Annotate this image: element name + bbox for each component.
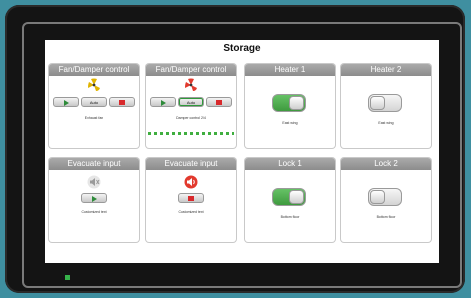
panel-fan-damper-2: Fan/Damper control Auto Damper control 2… [146, 64, 236, 148]
toggle-knob [370, 96, 385, 110]
fan-icon [184, 78, 198, 92]
auto-button[interactable]: Auto [178, 97, 204, 107]
stop-icon [216, 100, 222, 105]
toggle-knob [289, 96, 304, 110]
play-icon [160, 100, 166, 106]
damper-progress-bar [148, 132, 234, 135]
hmi-screen: Storage Fan/Damper control Auto Exhaust … [45, 40, 439, 263]
panel-heater-2: Heater 2 East wing [341, 64, 431, 148]
panel-caption: East wing [282, 121, 298, 125]
panel-title: Evacuate input [146, 158, 236, 170]
panel-title: Fan/Damper control [49, 64, 139, 76]
panel-heater-1: Heater 1 East wing [245, 64, 335, 148]
lock-2-toggle[interactable] [368, 188, 402, 206]
stop-button[interactable] [109, 97, 135, 107]
lock-1-toggle[interactable] [272, 188, 306, 206]
start-button[interactable] [53, 97, 79, 107]
stop-icon [119, 100, 125, 105]
play-icon [91, 196, 97, 202]
panel-lock-2: Lock 2 Bottom floor [341, 158, 431, 242]
panel-evacuate-1: Evacuate input Customized text [49, 158, 139, 242]
panel-caption: Customized text [81, 210, 107, 214]
start-button[interactable] [81, 193, 107, 203]
operation-section-label: Operation [51, 253, 89, 262]
stop-button[interactable] [206, 97, 232, 107]
heater-1-toggle[interactable] [272, 94, 306, 112]
auto-button[interactable]: Auto [81, 97, 107, 107]
panel-caption: Damper control 2/4 [176, 116, 206, 120]
panel-title: Fan/Damper control [146, 64, 236, 76]
stop-button[interactable] [178, 193, 204, 203]
status-led [65, 275, 70, 280]
toggle-knob [289, 190, 304, 204]
panel-title: Heater 1 [245, 64, 335, 76]
toggle-knob [370, 190, 385, 204]
speaker-alarm-icon [184, 175, 198, 189]
panel-title: Lock 2 [341, 158, 431, 170]
panel-fan-damper-1: Fan/Damper control Auto Exhaust fan [49, 64, 139, 148]
panel-title: Lock 1 [245, 158, 335, 170]
panel-title: Evacuate input [49, 158, 139, 170]
speaker-muted-icon [87, 175, 101, 189]
stop-icon [188, 196, 194, 201]
panel-caption: Bottom floor [280, 215, 300, 219]
panel-evacuate-2: Evacuate input Customized text [146, 158, 236, 242]
start-button[interactable] [150, 97, 176, 107]
panel-caption: Customized text [178, 210, 204, 214]
panel-caption: Exhaust fan [84, 116, 104, 120]
panel-caption: Bottom floor [376, 215, 396, 219]
page-title: Storage [223, 43, 261, 54]
heater-2-toggle[interactable] [368, 94, 402, 112]
play-icon [63, 100, 69, 106]
fan-icon [87, 78, 101, 92]
panel-caption: East wing [378, 121, 394, 125]
panel-title: Heater 2 [341, 64, 431, 76]
panel-lock-1: Lock 1 Bottom floor [245, 158, 335, 242]
